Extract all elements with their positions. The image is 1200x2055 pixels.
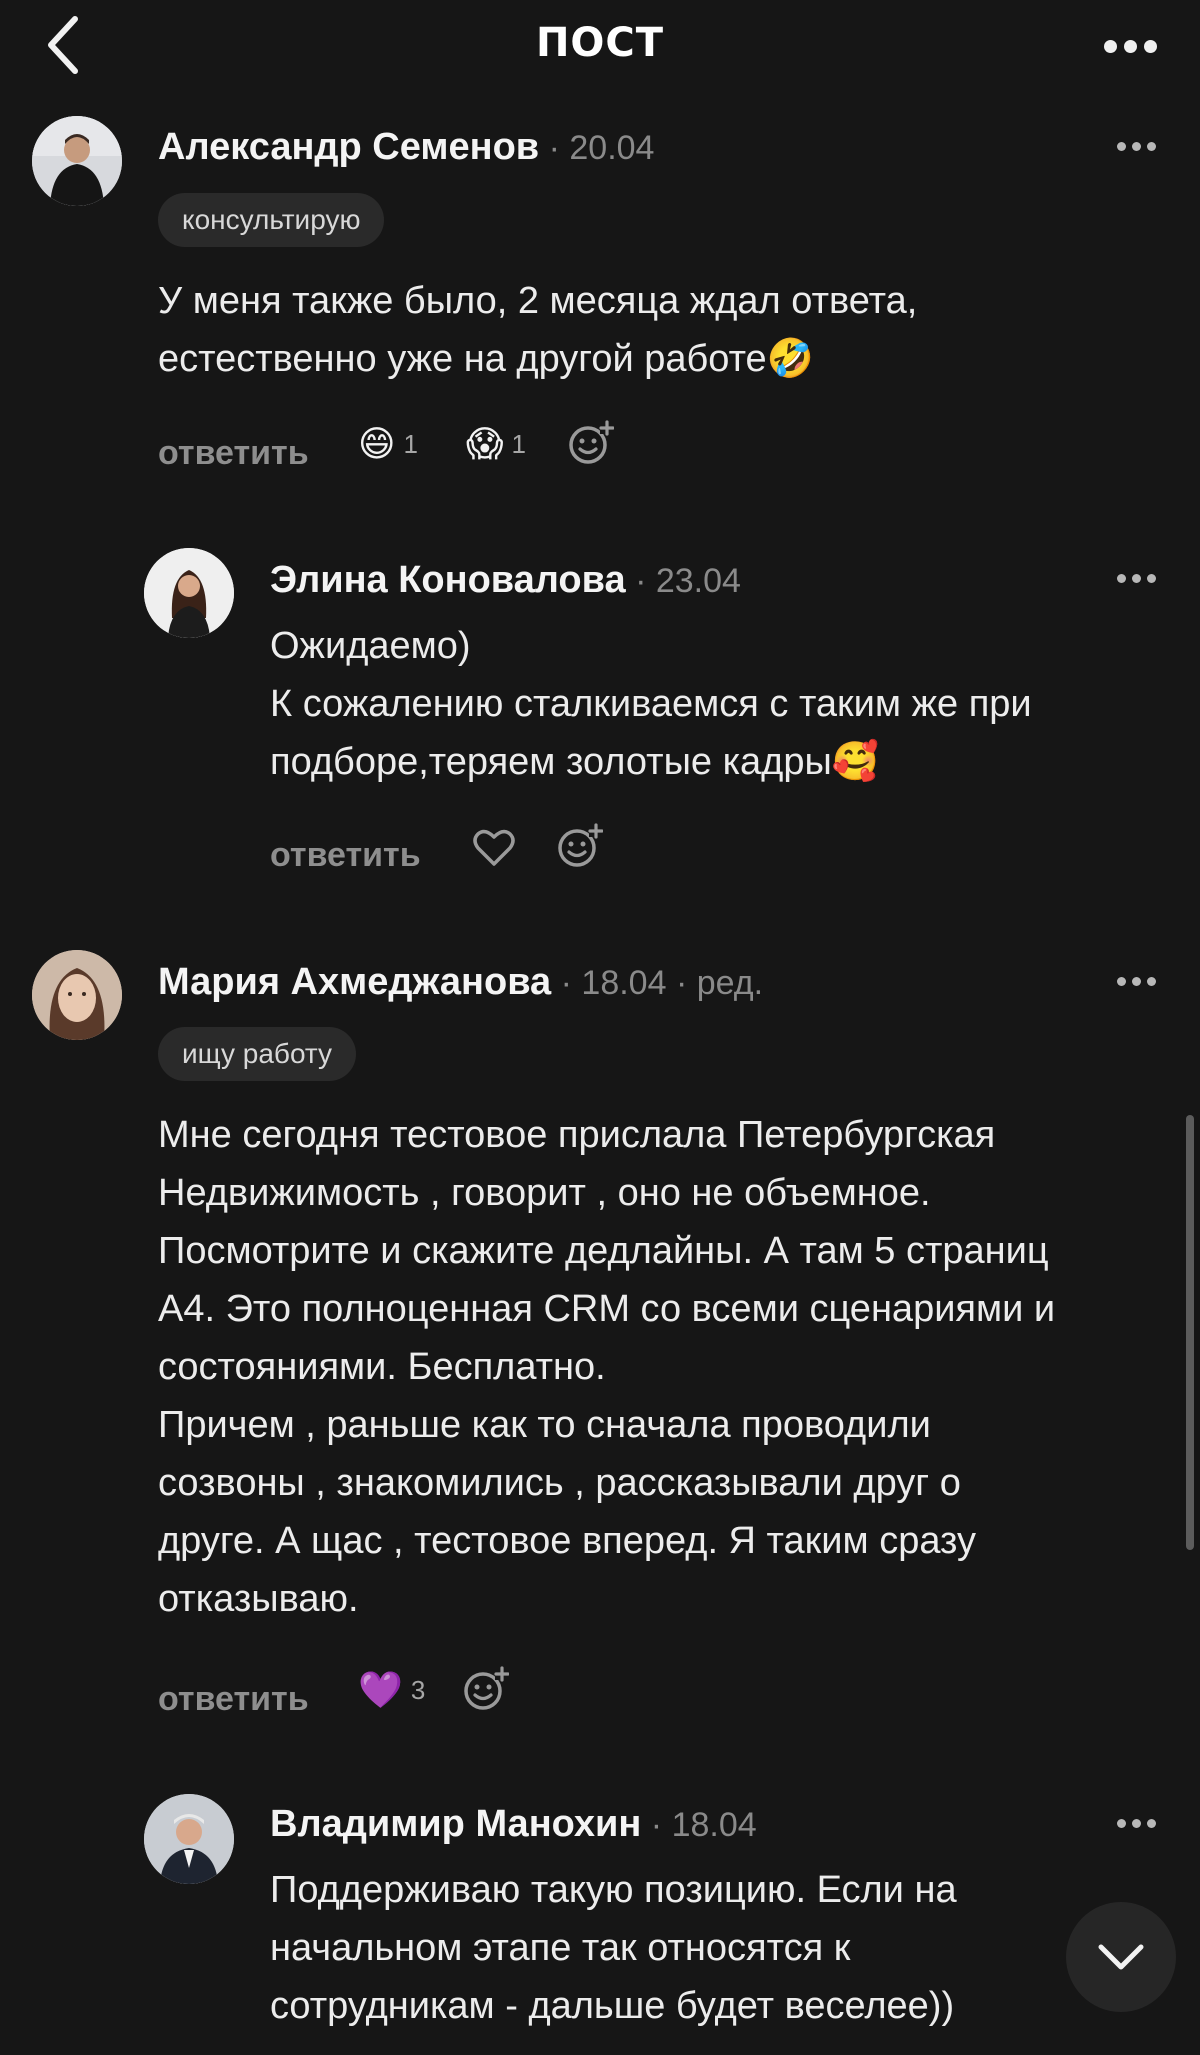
avatar[interactable]: [32, 950, 122, 1040]
more-horizontal-icon: [1116, 141, 1126, 151]
author-name[interactable]: Элина Коновалова: [270, 559, 626, 601]
separator: ·: [625, 562, 656, 600]
comment-text: Ожидаемо) К сожалению сталкиваемся с так…: [270, 617, 1150, 791]
edited-label: ред.: [696, 964, 764, 1002]
comment-date: 18.04: [671, 1806, 757, 1844]
more-horizontal-icon: [1116, 573, 1126, 583]
author-name[interactable]: Александр Семенов: [158, 126, 539, 168]
separator: ·: [539, 129, 570, 167]
avatar-image: [144, 1794, 234, 1884]
reply-button[interactable]: ответить: [158, 434, 309, 473]
comment-menu-button[interactable]: [1106, 563, 1166, 593]
comment-header: Мария Ахмеджанова · 18.04 · ред.: [158, 959, 763, 1006]
avatar-image: [144, 548, 234, 638]
status-badge: консультирую: [158, 193, 385, 247]
separator: ·: [551, 964, 582, 1002]
add-emoji-icon: [569, 420, 615, 464]
comment-menu-button[interactable]: [1106, 966, 1166, 996]
avatar[interactable]: [144, 1794, 234, 1884]
add-emoji-icon: [558, 823, 604, 867]
chevron-down-icon: [1098, 1944, 1144, 1970]
add-emoji-icon: [464, 1666, 510, 1710]
comment-menu-button[interactable]: [1106, 131, 1166, 161]
comment-text-content: Ожидаемо) К сожалению сталкиваемся с так…: [270, 625, 1032, 783]
smiling-hearts-emoji: 🥰: [831, 741, 880, 783]
reaction-grin[interactable]: 😄 1: [358, 424, 418, 464]
reaction-scream[interactable]: 😱 1: [466, 424, 526, 464]
author-name[interactable]: Владимир Манохин: [270, 1803, 641, 1845]
top-bar: ПОСТ: [0, 0, 1200, 96]
comment-text: Поддерживаю такую позицию. Если на начал…: [270, 1869, 957, 2027]
comment-date: 18.04: [581, 964, 667, 1002]
scroll-down-button[interactable]: [1066, 1902, 1176, 2012]
scrollbar[interactable]: [1186, 1115, 1194, 1550]
reaction-count: 1: [403, 428, 418, 459]
comment-header: Владимир Манохин · 18.04: [270, 1801, 757, 1848]
scream-emoji: 😱: [466, 423, 504, 464]
author-name[interactable]: Мария Ахмеджанова: [158, 961, 551, 1003]
reply-button[interactable]: ответить: [158, 1680, 309, 1719]
comment-header: Александр Семенов · 20.04: [158, 124, 654, 171]
comment-date: 23.04: [655, 562, 741, 600]
rofl-emoji: 🤣: [766, 338, 815, 380]
more-horizontal-icon: [1103, 39, 1117, 53]
reaction-count: 1: [511, 428, 526, 459]
avatar-image: [32, 116, 122, 206]
add-reaction-button[interactable]: [557, 823, 604, 874]
grin-emoji: 😄: [358, 423, 396, 464]
like-button[interactable]: [472, 828, 516, 873]
page-title: ПОСТ: [535, 20, 665, 66]
reaction-count: 3: [410, 1674, 426, 1705]
separator: ·: [641, 1806, 672, 1844]
status-badge: ищу работу: [158, 1027, 357, 1081]
avatar[interactable]: [32, 116, 122, 206]
comment-text: Мне сегодня тестовое прислала Петербургс…: [158, 1114, 1056, 1620]
separator: ·: [666, 964, 697, 1002]
avatar-image: [32, 950, 122, 1040]
add-reaction-button[interactable]: [463, 1666, 510, 1717]
comment-date: 20.04: [569, 129, 655, 167]
more-horizontal-icon: [1116, 1818, 1126, 1828]
reaction-heart[interactable]: 💜 3: [358, 1670, 425, 1710]
comment-header: Элина Коновалова · 23.04: [270, 557, 741, 604]
reply-button[interactable]: ответить: [270, 836, 421, 875]
comment-text: У меня также было, 2 месяца ждал ответа,…: [158, 272, 1138, 388]
post-menu-button[interactable]: [1090, 24, 1170, 68]
purple-heart-emoji: 💜: [358, 1669, 403, 1710]
avatar[interactable]: [144, 548, 234, 638]
heart-outline-icon: [473, 829, 515, 866]
comment-menu-button[interactable]: [1106, 1808, 1166, 1838]
more-horizontal-icon: [1116, 976, 1126, 986]
add-reaction-button[interactable]: [568, 420, 615, 471]
